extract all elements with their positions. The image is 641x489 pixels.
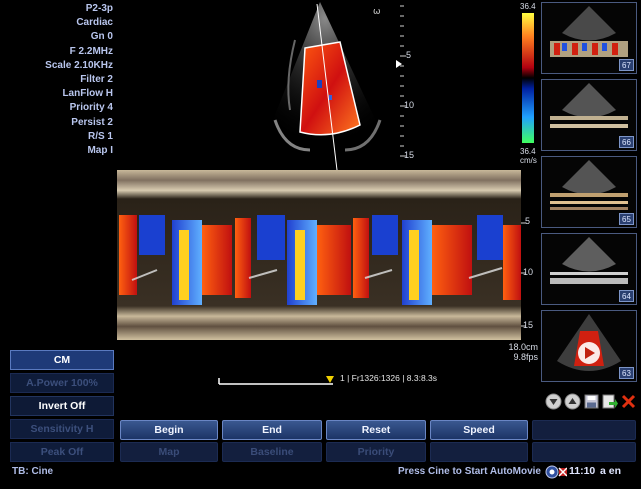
sector-image[interactable]: ѡ [255, 0, 415, 171]
thumbnail-index: 63 [619, 367, 634, 379]
thumbnail-index: 65 [619, 213, 634, 225]
parameter-list: P2-3p Cardiac Gn 0 F 2.2MHz Scale 2.10KH… [0, 2, 113, 158]
depth-fps-info: 18.0cm 9.8fps [496, 342, 538, 362]
param-rs: R/S 1 [87, 130, 113, 142]
reset-button[interactable]: Reset [326, 420, 426, 440]
priority-button[interactable]: Priority [326, 442, 426, 462]
thumbnail-67[interactable]: 67 [541, 2, 637, 74]
cm-mode-button[interactable]: CM [10, 350, 114, 370]
thumbnail-tools [543, 393, 639, 413]
thumbnail-64[interactable]: 64 [541, 233, 637, 305]
thumbnail-65[interactable]: 65 [541, 156, 637, 228]
save-disk-icon[interactable] [583, 393, 600, 410]
map-button[interactable]: Map [120, 442, 218, 462]
param-filter: Filter 2 [80, 73, 113, 85]
up-circle-icon[interactable] [564, 393, 581, 410]
empty-soft-button-3 [532, 442, 636, 462]
sector-tick-5: 5 [406, 50, 412, 60]
param-priority: Priority 4 [69, 102, 113, 114]
trackball-mode: TB: Cine [12, 466, 54, 477]
thumbnail-63[interactable]: 63 [541, 310, 637, 382]
export-icon[interactable] [601, 393, 618, 410]
depth-value: 18.0cm [508, 342, 538, 352]
cine-progress-bar[interactable] [218, 373, 334, 385]
empty-soft-button-1 [532, 420, 636, 440]
down-circle-icon[interactable] [545, 393, 562, 410]
velocity-colorbar: 36.4 36.4 cm/s [518, 2, 542, 167]
status-message: Press Cine to Start AutoMovie [398, 466, 541, 477]
thumbnail-index: 66 [619, 136, 634, 148]
invert-button[interactable]: Invert Off [10, 396, 114, 416]
delete-x-icon[interactable] [620, 393, 637, 410]
mmode-depth-ruler: 5 10 15 [521, 170, 541, 340]
empty-soft-button-2 [430, 442, 528, 462]
param-gain: Gn 0 [90, 31, 113, 43]
thumbnail-index: 64 [619, 290, 634, 302]
thumbnail-panel: 67 66 65 64 63 [541, 2, 637, 384]
begin-button[interactable]: Begin [120, 420, 218, 440]
svg-text:ѡ: ѡ [373, 7, 381, 17]
param-map: Map I [87, 144, 113, 156]
peak-button[interactable]: Peak Off [10, 442, 114, 462]
cine-frame-info: 1 | Fr1326:1326 | 8.3:8.3s [340, 373, 438, 383]
param-scale: Scale 2.10KHz [45, 59, 113, 71]
baseline-button[interactable]: Baseline [222, 442, 322, 462]
speed-button[interactable]: Speed [430, 420, 528, 440]
clock: 11:10 [569, 465, 596, 477]
end-button[interactable]: End [222, 420, 322, 440]
language-indicator: a en [600, 465, 622, 477]
mmode-tick-10: 10 [523, 267, 534, 277]
network-flag-icon [545, 465, 567, 479]
param-persist: Persist 2 [71, 116, 113, 128]
sector-tick-15: 15 [404, 150, 415, 160]
thumbnail-66[interactable]: 66 [541, 79, 637, 151]
sector-depth-ruler: 5 10 15 [392, 0, 422, 170]
param-frequency: F 2.2MHz [69, 45, 113, 57]
apower-button[interactable]: A.Power 100% [10, 373, 114, 393]
colorbar-unit: cm/s [520, 156, 537, 165]
param-probe: P2-3p [85, 3, 113, 14]
sector-tick-10: 10 [404, 100, 415, 110]
param-lanflow: LanFlow H [62, 88, 113, 100]
thumbnail-index: 67 [619, 59, 634, 71]
sensitivity-button[interactable]: Sensitivity H [10, 419, 114, 439]
mmode-tick-5: 5 [525, 216, 531, 226]
fps-value: 9.8fps [513, 352, 538, 362]
param-preset: Cardiac [76, 17, 113, 29]
color-mmode-strip[interactable] [117, 170, 521, 340]
colorbar-top-label: 36.4 [520, 2, 536, 11]
mmode-tick-15: 15 [523, 320, 534, 330]
colorbar-bottom-label: 36.4 [520, 147, 536, 156]
